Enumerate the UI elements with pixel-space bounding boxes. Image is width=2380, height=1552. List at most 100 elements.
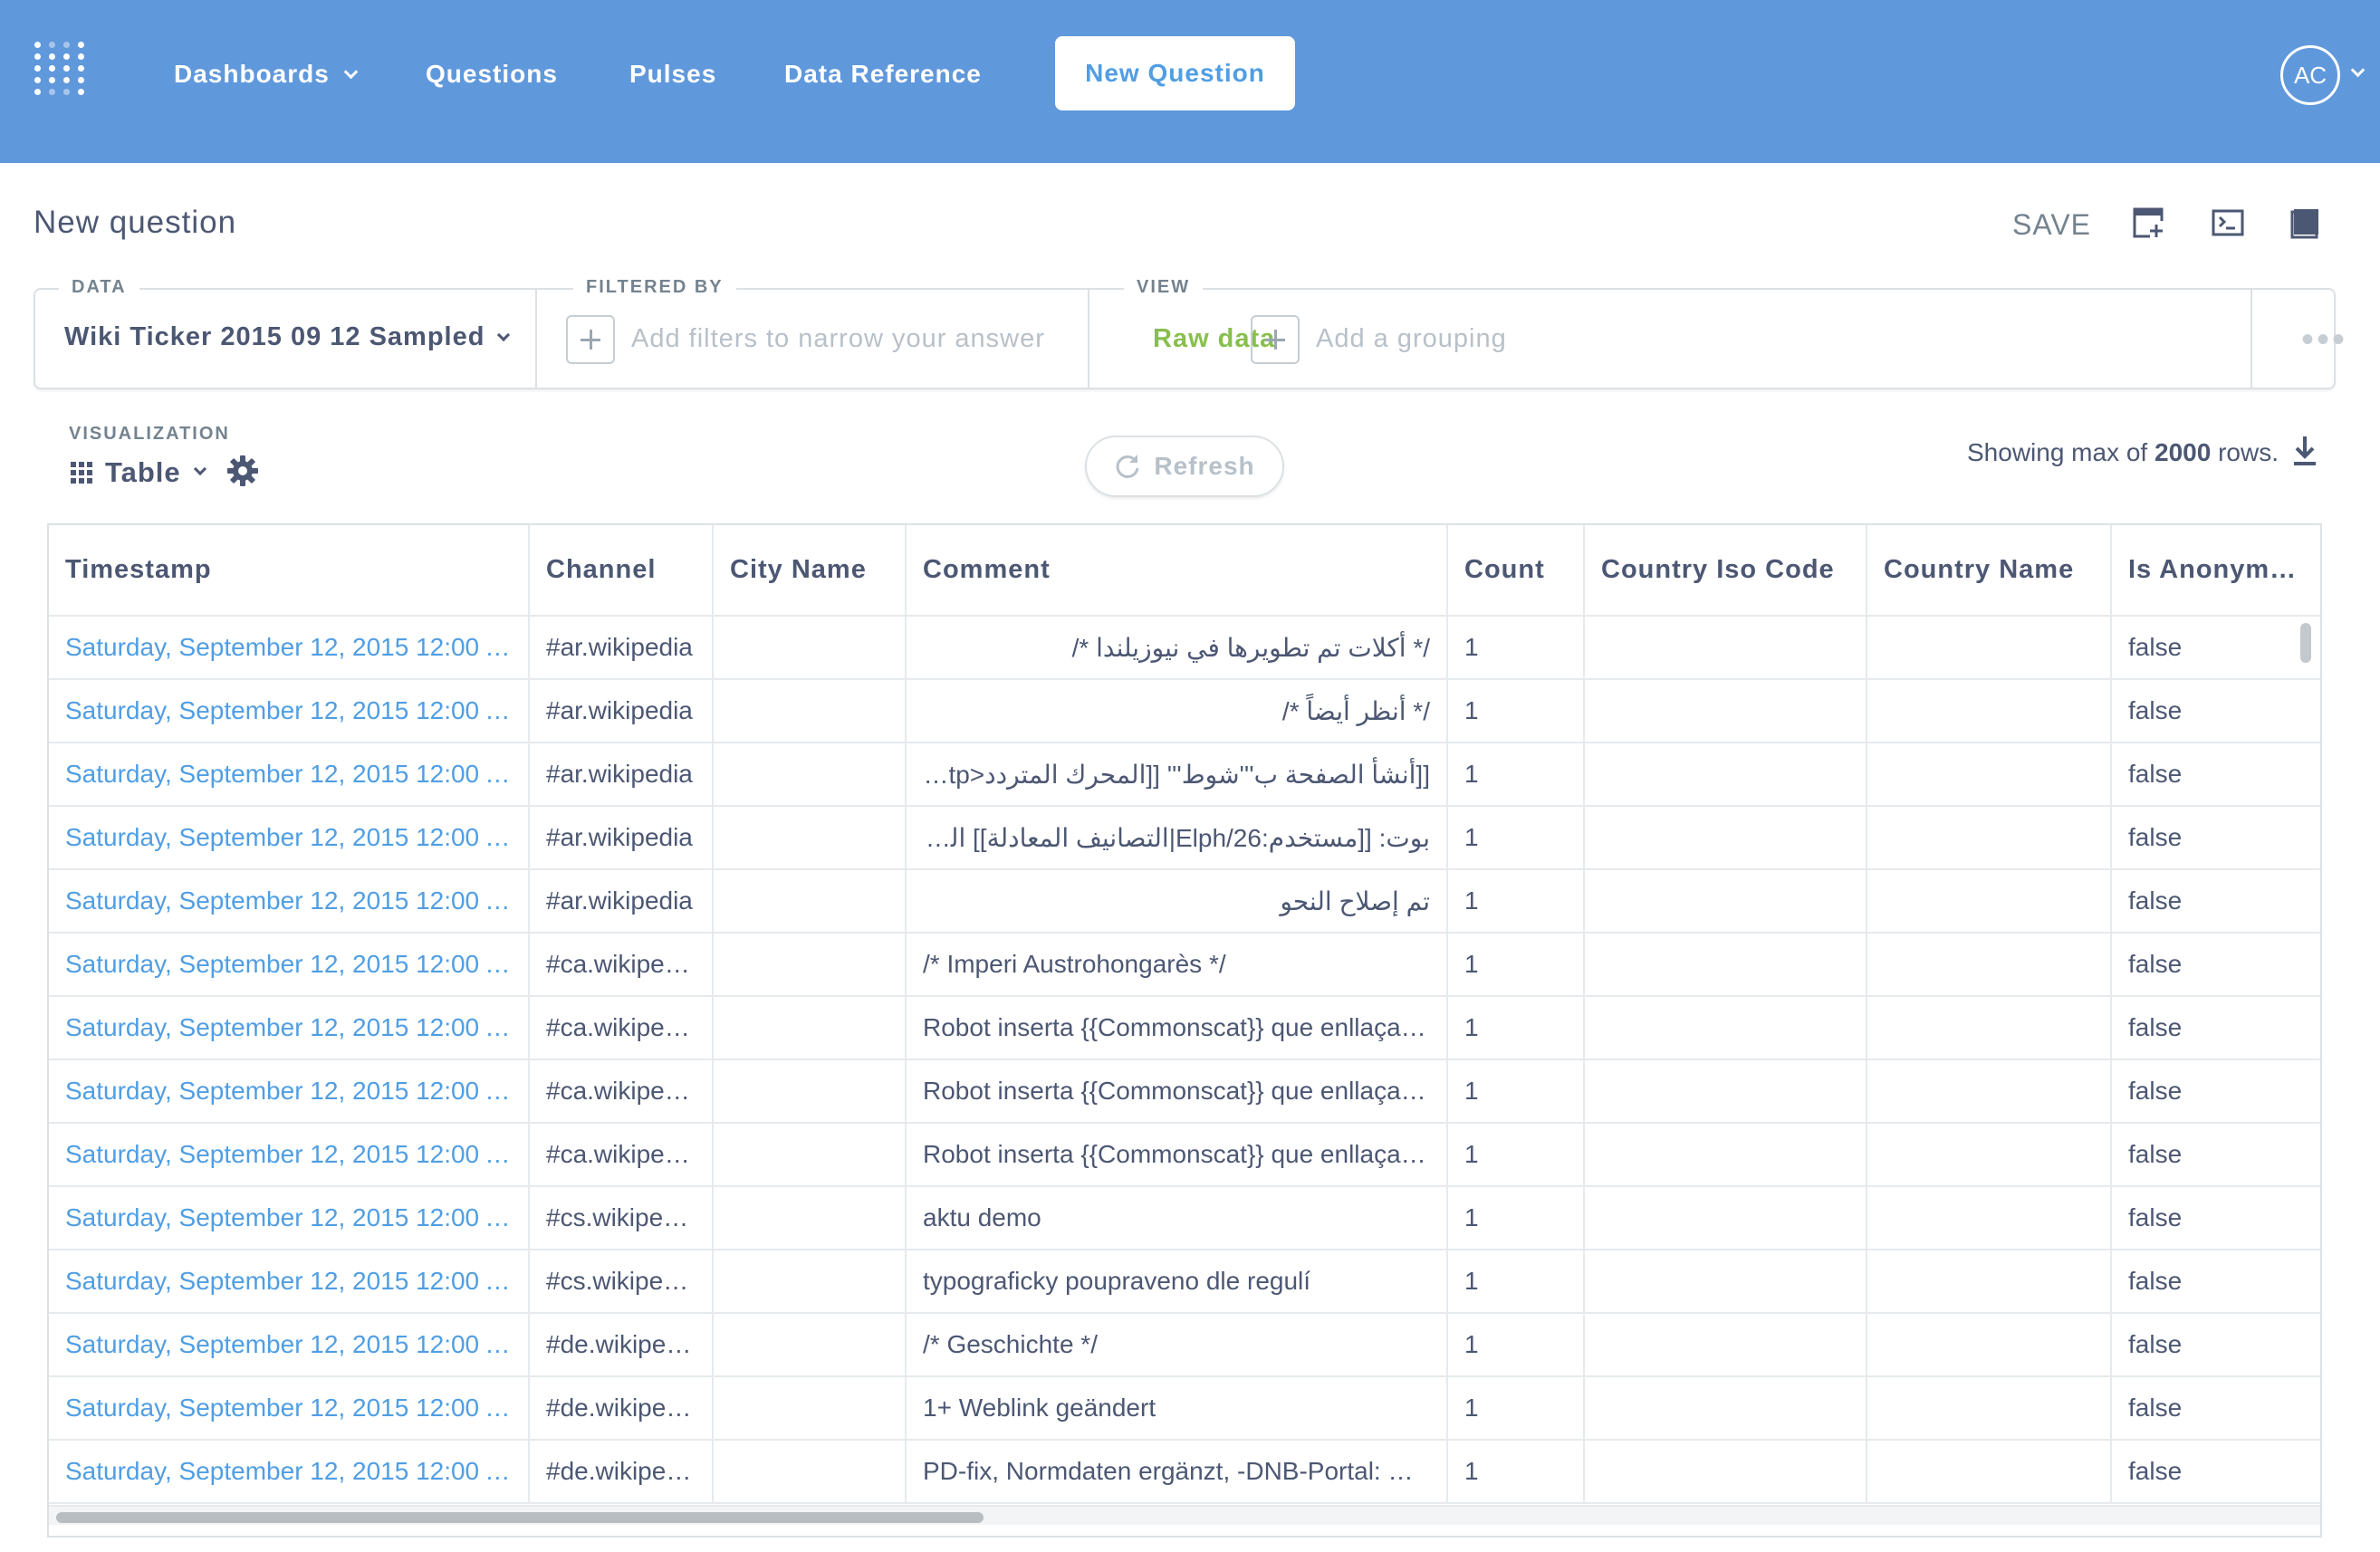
download-icon[interactable] bbox=[2291, 435, 2318, 467]
table-grid-icon bbox=[71, 462, 92, 484]
new-question-button[interactable]: New Question bbox=[1055, 36, 1295, 110]
table-cell bbox=[1584, 1376, 1867, 1441]
chevron-down-icon[interactable] bbox=[2350, 62, 2366, 78]
table-cell bbox=[713, 1186, 907, 1250]
table-cell[interactable]: Saturday, September 12, 2015 12:00 AM bbox=[49, 742, 530, 807]
save-button[interactable]: SAVE bbox=[2012, 208, 2091, 242]
column-header[interactable]: Is Anonymous bbox=[2111, 525, 2320, 617]
table-cell[interactable]: Saturday, September 12, 2015 12:00 AM bbox=[49, 679, 530, 743]
logo-dot bbox=[78, 65, 84, 72]
table-cell: 1 bbox=[1447, 1376, 1585, 1441]
table-cell: بوت: [[مستخدم:Elph/26|التصانيف المعادلة]… bbox=[906, 806, 1448, 870]
column-header[interactable]: Count bbox=[1447, 525, 1585, 617]
visualization-type-name: Table bbox=[105, 456, 181, 488]
add-filter-button[interactable] bbox=[566, 315, 615, 364]
refresh-icon bbox=[1116, 455, 1139, 478]
filtered-by-label: FILTERED BY bbox=[573, 277, 736, 298]
table-cell[interactable]: Saturday, September 12, 2015 12:00 AM bbox=[49, 1440, 530, 1504]
nav-pulses[interactable]: Pulses bbox=[629, 54, 716, 94]
section-divider bbox=[2250, 290, 2252, 388]
nav-data-reference[interactable]: Data Reference bbox=[784, 54, 982, 94]
sql-console-icon[interactable] bbox=[2212, 206, 2244, 239]
chevron-down-icon bbox=[343, 64, 359, 80]
refresh-button[interactable]: Refresh bbox=[1085, 436, 1284, 497]
add-grouping-placeholder[interactable]: Add a grouping bbox=[1316, 324, 1507, 354]
results-table: Timestamp Channel City Name Comment Count Cou… bbox=[49, 525, 2320, 1504]
logo-dot bbox=[49, 65, 55, 72]
table-cell bbox=[713, 1376, 907, 1441]
table-cell: 1 bbox=[1447, 806, 1585, 870]
add-filter-placeholder[interactable]: Add filters to narrow your answer bbox=[631, 324, 1045, 354]
table-cell: false bbox=[2111, 1186, 2320, 1250]
table-cell bbox=[713, 616, 907, 680]
table-cell: #ca.wikipedia bbox=[529, 996, 714, 1060]
results-table-container[interactable]: Timestamp Channel City Name Comment Count Cou… bbox=[47, 523, 2322, 1538]
table-cell: #de.wikipedia bbox=[529, 1376, 714, 1441]
vertical-scrollbar[interactable] bbox=[2300, 623, 2311, 663]
table-cell[interactable]: Saturday, September 12, 2015 12:00 AM bbox=[49, 1186, 530, 1250]
table-cell bbox=[713, 1313, 907, 1377]
add-to-dashboard-icon[interactable] bbox=[2132, 206, 2164, 239]
table-cell[interactable]: Saturday, September 12, 2015 12:00 AM bbox=[49, 996, 530, 1060]
more-options-icon[interactable]: ••• bbox=[2301, 321, 2347, 358]
data-source-select[interactable]: Wiki Ticker 2015 09 12 Sampled bbox=[64, 322, 511, 352]
logo-dot bbox=[49, 77, 55, 83]
add-grouping-button[interactable] bbox=[1251, 315, 1300, 364]
column-header[interactable]: City Name bbox=[713, 525, 907, 617]
table-cell[interactable]: Saturday, September 12, 2015 12:00 AM bbox=[49, 806, 530, 870]
row-count-value: 2000 bbox=[2154, 438, 2212, 466]
logo-dot bbox=[63, 53, 70, 60]
table-cell: Robot inserta {{Commonscat}} que enllaça… bbox=[906, 1059, 1448, 1124]
table-cell: 1 bbox=[1447, 996, 1585, 1060]
nav-questions-label: Questions bbox=[426, 60, 558, 88]
visualization-type-select[interactable]: Table bbox=[71, 455, 206, 491]
logo-dot bbox=[63, 42, 70, 48]
table-cell: /* Geschichte */ bbox=[906, 1313, 1448, 1377]
nav-dashboards[interactable]: Dashboards bbox=[174, 54, 359, 94]
horizontal-scrollbar[interactable] bbox=[56, 1512, 984, 1523]
table-cell: typograficky poupraveno dle regulí bbox=[906, 1250, 1448, 1314]
table-cell bbox=[713, 1250, 907, 1314]
table-cell bbox=[1584, 679, 1867, 743]
column-header[interactable]: Channel bbox=[529, 525, 714, 617]
table-cell: Robot inserta {{Commonscat}} que enllaça… bbox=[906, 1123, 1448, 1187]
column-header[interactable]: Country Name bbox=[1867, 525, 2112, 617]
table-cell: Robot inserta {{Commonscat}} que enllaça… bbox=[906, 996, 1448, 1060]
table-cell: aktu demo bbox=[906, 1186, 1448, 1250]
table-cell[interactable]: Saturday, September 12, 2015 12:00 AM bbox=[49, 1059, 530, 1124]
table-cell bbox=[1867, 1376, 2112, 1441]
column-header[interactable]: Country Iso Code bbox=[1584, 525, 1867, 617]
data-reference-book-icon[interactable] bbox=[2289, 206, 2322, 239]
table-row: Saturday, September 12, 2015 12:00 AM #ar… bbox=[49, 679, 2320, 743]
logo-dot bbox=[49, 89, 55, 95]
table-row: Saturday, September 12, 2015 12:00 AM #ar… bbox=[49, 806, 2320, 870]
table-cell: false bbox=[2111, 869, 2320, 934]
table-cell bbox=[1584, 1440, 1867, 1504]
chevron-down-icon bbox=[497, 328, 511, 342]
table-cell[interactable]: Saturday, September 12, 2015 12:00 AM bbox=[49, 933, 530, 997]
table-cell[interactable]: Saturday, September 12, 2015 12:00 AM bbox=[49, 1250, 530, 1314]
nav-questions[interactable]: Questions bbox=[426, 54, 558, 94]
logo-dot bbox=[34, 53, 41, 60]
table-row: Saturday, September 12, 2015 12:00 AM #ca… bbox=[49, 996, 2320, 1060]
user-avatar[interactable]: AC bbox=[2280, 45, 2340, 105]
table-cell bbox=[1867, 806, 2112, 870]
table-cell[interactable]: Saturday, September 12, 2015 12:00 AM bbox=[49, 616, 530, 680]
table-cell[interactable]: Saturday, September 12, 2015 12:00 AM bbox=[49, 869, 530, 934]
column-header[interactable]: Comment bbox=[906, 525, 1448, 617]
metabase-logo-icon[interactable] bbox=[34, 42, 84, 98]
logo-dot bbox=[34, 77, 41, 83]
table-cell bbox=[713, 996, 907, 1060]
table-cell[interactable]: Saturday, September 12, 2015 12:00 AM bbox=[49, 1123, 530, 1187]
table-cell[interactable]: Saturday, September 12, 2015 12:00 AM bbox=[49, 1376, 530, 1441]
column-header[interactable]: Timestamp bbox=[49, 525, 530, 617]
chevron-down-icon bbox=[193, 462, 206, 476]
table-cell: [[أنشأ الصفحة ب'''شوط''' [[المحرك المترد… bbox=[906, 742, 1448, 807]
table-cell: false bbox=[2111, 1250, 2320, 1314]
table-body: Saturday, September 12, 2015 12:00 AM #ar… bbox=[49, 616, 2320, 1504]
table-cell[interactable]: Saturday, September 12, 2015 12:00 AM bbox=[49, 1313, 530, 1377]
table-row: Saturday, September 12, 2015 12:00 AM #ar… bbox=[49, 742, 2320, 807]
table-cell: #ca.wikipedia bbox=[529, 1059, 714, 1124]
gear-icon[interactable] bbox=[226, 455, 259, 487]
row-count-prefix: Showing max of bbox=[1967, 438, 2148, 466]
